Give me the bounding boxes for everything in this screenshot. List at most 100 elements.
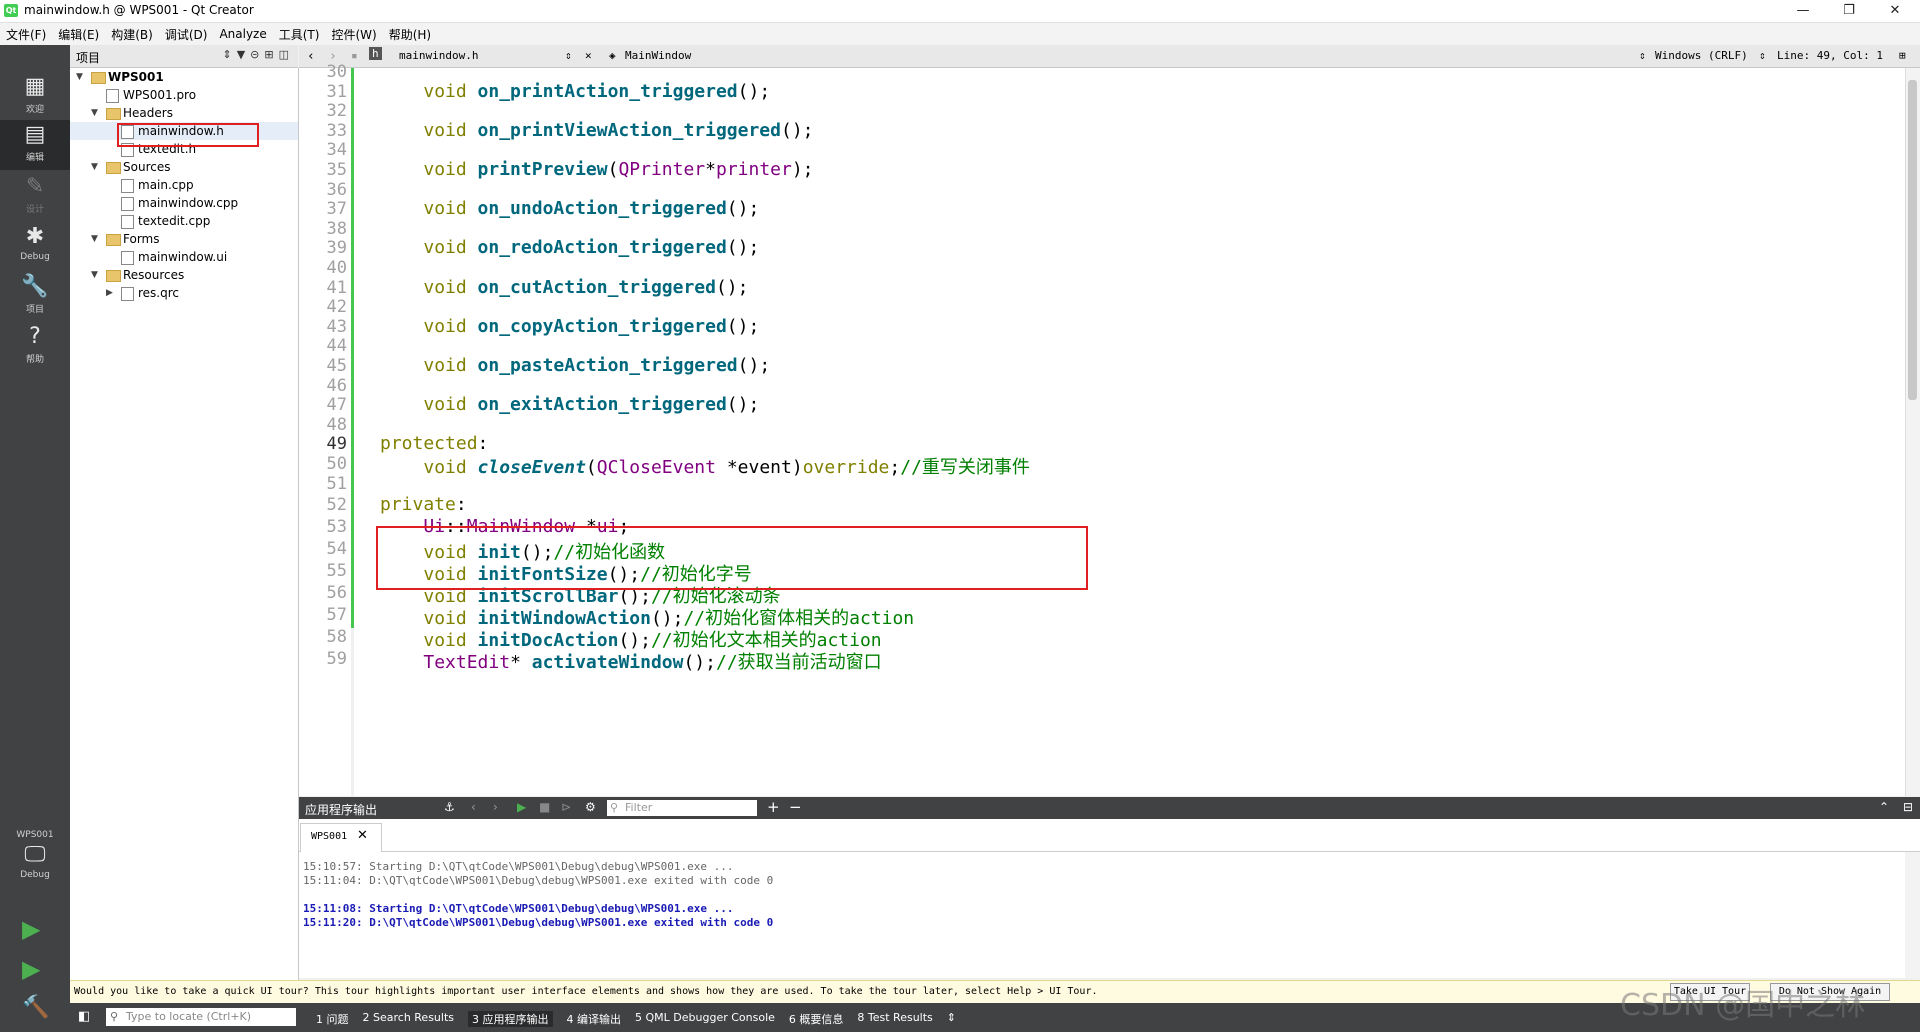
prev-icon[interactable]: ‹ bbox=[471, 800, 476, 814]
more-panes-arrows-icon[interactable]: ⇕ bbox=[947, 1011, 956, 1027]
maximize-pane-icon[interactable]: ⌃ bbox=[1879, 800, 1889, 814]
pane-button[interactable]: 5 QML Debugger Console bbox=[635, 1011, 775, 1027]
output-tab-wps001[interactable]: WPS001 ✕ bbox=[300, 823, 382, 852]
ui-tour-message: Would you like to take a quick UI tour? … bbox=[74, 986, 1098, 997]
line-number: 59 bbox=[326, 649, 347, 670]
zoom-in-icon[interactable]: + bbox=[767, 798, 780, 816]
collapse-arrow-icon[interactable]: ▼ bbox=[91, 104, 98, 122]
pane-button[interactable]: 1 问题 bbox=[316, 1011, 349, 1027]
attach-icon[interactable]: ⚓ bbox=[444, 800, 455, 814]
collapse-arrow-icon[interactable]: ▼ bbox=[91, 266, 98, 284]
debug-run-button[interactable]: ▶ bbox=[22, 955, 40, 983]
locator-input[interactable]: ⚲ Type to locate (Ctrl+K) bbox=[106, 1008, 296, 1026]
code-line: protected: bbox=[380, 433, 488, 454]
menu-window[interactable]: 控件(W) bbox=[325, 26, 382, 43]
close-tab-icon[interactable]: ✕ bbox=[357, 828, 368, 843]
pane-button[interactable]: 3 应用程序输出 bbox=[468, 1011, 553, 1027]
code-token: ); bbox=[791, 159, 814, 180]
symbol-selector[interactable]: MainWindow bbox=[625, 49, 691, 62]
line-number: 54 bbox=[326, 539, 347, 560]
code-token: (); bbox=[726, 315, 760, 337]
project-panel-tools[interactable]: ⇕▼⊝⊞◫ bbox=[222, 48, 294, 61]
watermark: CSDN @国中之林 bbox=[1620, 988, 1866, 1023]
tree-item-res-qrc[interactable]: ▶ res.qrc bbox=[70, 284, 298, 302]
header-file-icon: h bbox=[369, 47, 382, 60]
tree-item-wps001[interactable]: ▼ WPS001 bbox=[70, 68, 298, 86]
tree-item-forms[interactable]: ▼ Forms bbox=[70, 230, 298, 248]
close-window-button[interactable]: ✕ bbox=[1872, 0, 1918, 22]
line-number: 48 bbox=[326, 414, 347, 435]
tree-item-main-cpp[interactable]: main.cpp bbox=[70, 176, 298, 194]
menu-help[interactable]: 帮助(H) bbox=[383, 26, 437, 43]
next-icon[interactable]: › bbox=[493, 800, 498, 814]
build-hammer-icon[interactable]: 🔨 bbox=[22, 995, 49, 1020]
menu-edit[interactable]: 编辑(E) bbox=[52, 26, 105, 43]
tree-item-mainwindow-cpp[interactable]: mainwindow.cpp bbox=[70, 194, 298, 212]
collapse-arrow-icon[interactable]: ▼ bbox=[91, 158, 98, 176]
tree-item-resources[interactable]: ▼ Resources bbox=[70, 266, 298, 284]
toggle-sidebar-icon[interactable]: ◧ bbox=[78, 1009, 90, 1024]
code-token: (); bbox=[726, 237, 760, 259]
tree-item-headers[interactable]: ▼ Headers bbox=[70, 104, 298, 122]
project-panel-title[interactable]: 项目 bbox=[76, 49, 100, 66]
settings-gear-icon[interactable]: ⚙ bbox=[585, 800, 596, 814]
line-number: 56 bbox=[326, 583, 347, 604]
code-token: (); bbox=[737, 80, 771, 102]
code-editor[interactable]: void on_printAction_triggered(); void on… bbox=[354, 68, 1905, 796]
editor-scrollbar-thumb[interactable] bbox=[1908, 80, 1917, 400]
collapse-arrow-icon[interactable]: ▼ bbox=[91, 230, 98, 248]
project-panel-header: 项目 ⇕▼⊝⊞◫ bbox=[70, 45, 298, 68]
mode-edit[interactable]: ▤ 编辑 bbox=[0, 120, 70, 170]
code-token: (); bbox=[737, 355, 771, 376]
code-token: ( bbox=[585, 457, 597, 478]
open-file-selector[interactable]: mainwindow.h bbox=[399, 49, 478, 62]
project-tree[interactable]: ▼ WPS001 WPS001.pro ▼ Headers mainwindow.h tex… bbox=[70, 68, 299, 983]
application-output[interactable]: 15:10:57: Starting D:\QT\qtCode\WPS001\D… bbox=[299, 852, 1905, 978]
code-token: QCloseEvent bbox=[596, 457, 716, 478]
output-filter-input[interactable]: ⚲ Filter bbox=[607, 800, 757, 816]
pane-button[interactable]: 6 概要信息 bbox=[789, 1011, 844, 1027]
split-editor-icon[interactable]: ⊞ bbox=[1899, 49, 1906, 62]
stop-icon[interactable]: ■ bbox=[539, 800, 550, 814]
output-line: 15:10:57: Starting D:\QT\qtCode\WPS001\D… bbox=[303, 860, 734, 873]
file-selector-arrows-icon[interactable]: ⇕ bbox=[565, 49, 572, 62]
folder-icon bbox=[106, 162, 121, 174]
output-scrollbar[interactable] bbox=[1905, 852, 1920, 978]
kit-selector[interactable]: WPS001 🖵 Debug bbox=[0, 830, 70, 894]
code-line: TextEdit* activateWindow();//获取当前活动窗口 bbox=[380, 648, 881, 674]
cursor-position[interactable]: Line: 49, Col: 1 bbox=[1777, 49, 1883, 62]
menu-analyze[interactable]: Analyze bbox=[213, 27, 272, 41]
mode-welcome[interactable]: ▦ 欢迎 bbox=[0, 72, 70, 122]
tree-item-sources[interactable]: ▼ Sources bbox=[70, 158, 298, 176]
menu-file[interactable]: 文件(F) bbox=[0, 26, 52, 43]
stop-all-icon[interactable]: ⊳ bbox=[561, 800, 571, 814]
output-line: 15:11:08: Starting D:\QT\qtCode\WPS001\D… bbox=[303, 902, 734, 915]
pane-button[interactable]: 8 Test Results bbox=[857, 1011, 932, 1027]
collapse-arrow-icon[interactable]: ▼ bbox=[76, 68, 83, 86]
mode-design[interactable]: ✎ 设计 bbox=[0, 172, 70, 222]
zoom-out-icon[interactable]: − bbox=[789, 798, 802, 816]
close-document-icon[interactable]: ✕ bbox=[585, 49, 592, 62]
mode-debug[interactable]: ✱ Debug bbox=[0, 222, 70, 272]
menu-debug[interactable]: 调试(D) bbox=[159, 26, 214, 43]
rerun-icon[interactable]: ▶ bbox=[517, 800, 526, 814]
line-ending-arrows-icon[interactable]: ⇕ bbox=[1759, 49, 1766, 62]
pane-button[interactable]: 2 Search Results bbox=[363, 1011, 455, 1027]
tree-item-wps001-pro[interactable]: WPS001.pro bbox=[70, 86, 298, 104]
menu-tools[interactable]: 工具(T) bbox=[273, 26, 326, 43]
close-pane-icon[interactable]: ⊟ bbox=[1903, 800, 1913, 814]
symbol-selector-arrows-icon[interactable]: ⇕ bbox=[1639, 49, 1646, 62]
maximize-button[interactable]: ❐ bbox=[1826, 0, 1872, 22]
minimize-button[interactable]: — bbox=[1780, 0, 1826, 22]
mode-projects[interactable]: 🔧 项目 bbox=[0, 272, 70, 322]
run-button[interactable]: ▶ bbox=[22, 915, 40, 943]
mode-help[interactable]: ? 帮助 bbox=[0, 322, 70, 372]
line-ending-selector[interactable]: Windows (CRLF) bbox=[1655, 49, 1748, 62]
menu-build[interactable]: 构建(B) bbox=[105, 26, 159, 43]
tree-item-textedit-cpp[interactable]: textedit.cpp bbox=[70, 212, 298, 230]
pane-button[interactable]: 4 编译输出 bbox=[567, 1011, 622, 1027]
tree-item-mainwindow-ui[interactable]: mainwindow.ui bbox=[70, 248, 298, 266]
code-token: QPrinter bbox=[618, 159, 706, 180]
expand-arrow-icon[interactable]: ▶ bbox=[106, 284, 113, 302]
